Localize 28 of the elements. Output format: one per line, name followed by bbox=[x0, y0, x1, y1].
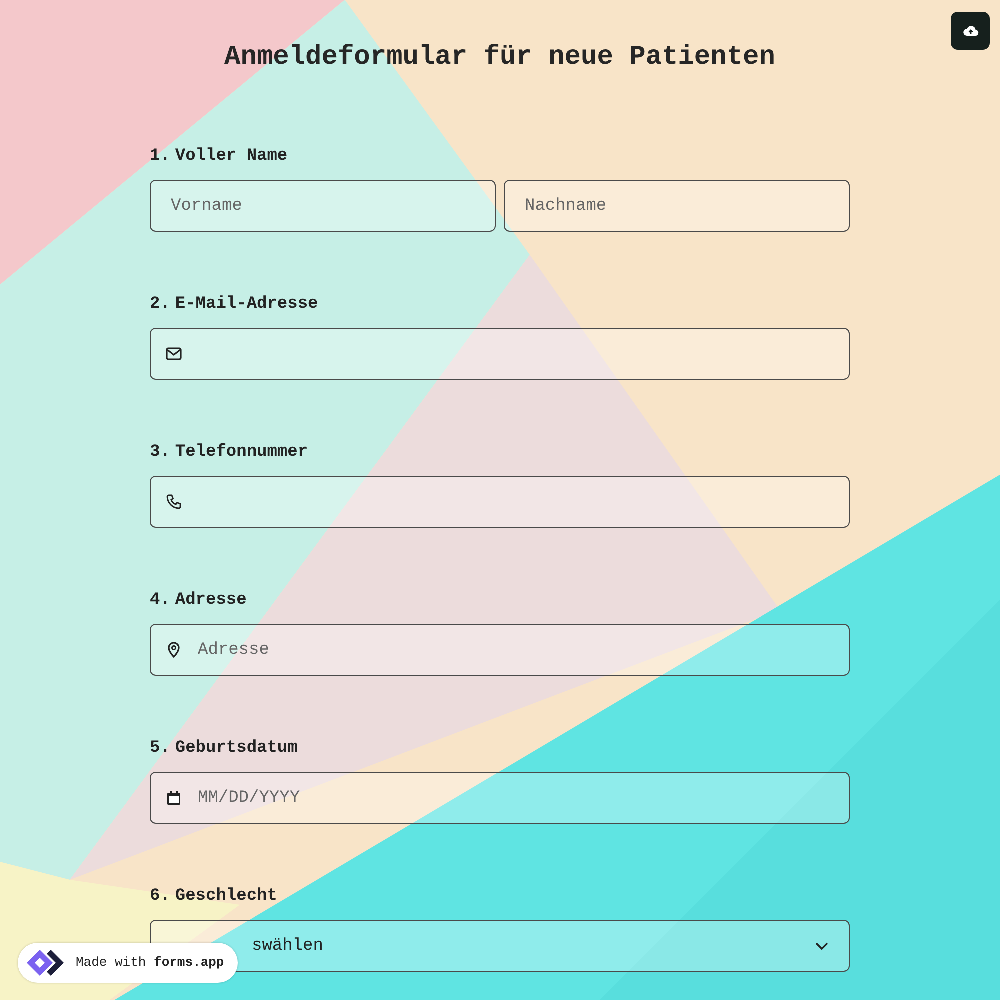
question-number: 3. bbox=[150, 442, 170, 464]
question-label: Adresse bbox=[175, 590, 247, 612]
question-number: 6. bbox=[150, 886, 170, 908]
logo-icon bbox=[27, 949, 67, 977]
question-number: 4. bbox=[150, 590, 170, 612]
chevron-down-icon bbox=[815, 942, 829, 951]
question-number: 1. bbox=[150, 146, 170, 168]
first-name-field[interactable]: Vorname bbox=[150, 180, 496, 232]
question-number: 5. bbox=[150, 738, 170, 760]
mail-icon bbox=[166, 346, 182, 362]
question-label: E-Mail-Adresse bbox=[175, 294, 318, 316]
map-pin-icon bbox=[166, 642, 182, 658]
question-number: 2. bbox=[150, 294, 170, 316]
upload-button[interactable] bbox=[951, 12, 990, 50]
question-label: Voller Name bbox=[175, 146, 288, 168]
phone-field[interactable] bbox=[150, 476, 850, 528]
question-label: Geburtsdatum bbox=[175, 738, 298, 760]
made-with-badge[interactable]: Made with forms.app bbox=[18, 943, 238, 983]
last-name-field[interactable]: Nachname bbox=[504, 180, 850, 232]
question-label: Geschlecht bbox=[175, 886, 278, 908]
address-field[interactable]: Adresse bbox=[150, 624, 850, 676]
calendar-icon bbox=[166, 790, 182, 806]
form-title: Anmeldeformular für neue Patienten bbox=[224, 42, 776, 74]
date-field[interactable]: MM/DD/YYYY bbox=[150, 772, 850, 824]
phone-icon bbox=[166, 494, 182, 510]
email-field[interactable] bbox=[150, 328, 850, 380]
question-label: Telefonnummer bbox=[175, 442, 308, 464]
cloud-upload-icon bbox=[962, 25, 978, 37]
